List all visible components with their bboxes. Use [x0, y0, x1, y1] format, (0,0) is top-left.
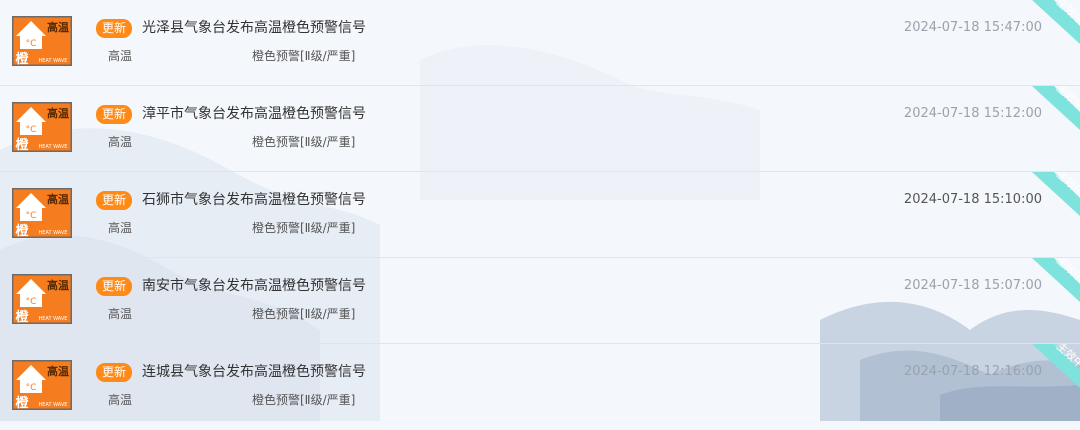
alert-category: 高温 [108, 135, 133, 149]
alert-title[interactable]: 南安市气象台发布高温橙色预警信号 [142, 275, 366, 295]
alert-title[interactable]: 石狮市气象台发布高温橙色预警信号 [142, 189, 366, 209]
alert-category: 高温 [108, 393, 133, 407]
update-badge: 更新 [96, 19, 133, 38]
alert-row[interactable]: °C 高温 橙 HEAT WAVE 更新 漳平市气象台发布高温橙色预警信号 高温… [0, 86, 1080, 172]
alert-level: 橙色预警[Ⅱ级/严重] [252, 49, 356, 63]
alert-row[interactable]: °C 高温 橙 HEAT WAVE 更新 光泽县气象台发布高温橙色预警信号 高温… [0, 0, 1080, 86]
svg-text:高温: 高温 [47, 278, 69, 292]
svg-text:°C: °C [26, 211, 37, 221]
active-status-ribbon: 生效中 [1032, 0, 1080, 44]
svg-text:HEAT WAVE: HEAT WAVE [39, 402, 68, 408]
alert-level: 橙色预警[Ⅱ级/严重] [252, 307, 356, 321]
svg-text:HEAT WAVE: HEAT WAVE [39, 144, 68, 150]
svg-text:高温: 高温 [47, 106, 69, 120]
svg-text:°C: °C [26, 297, 37, 307]
svg-text:高温: 高温 [47, 192, 69, 206]
svg-text:°C: °C [26, 39, 37, 49]
alert-level: 橙色预警[Ⅱ级/严重] [252, 135, 356, 149]
svg-text:°C: °C [26, 125, 37, 135]
svg-text:高温: 高温 [47, 364, 69, 378]
alert-level: 橙色预警[Ⅱ级/严重] [252, 393, 356, 407]
alert-title[interactable]: 连城县气象台发布高温橙色预警信号 [142, 361, 366, 381]
svg-text:HEAT WAVE: HEAT WAVE [39, 316, 68, 322]
update-badge: 更新 [96, 363, 133, 382]
svg-text:HEAT WAVE: HEAT WAVE [39, 58, 68, 64]
heat-wave-orange-warning-icon: °C 高温 橙 HEAT WAVE [12, 188, 72, 238]
alert-level: 橙色预警[Ⅱ级/严重] [252, 221, 356, 235]
active-status-ribbon: 生效中 [1032, 344, 1080, 388]
heat-wave-orange-warning-icon: °C 高温 橙 HEAT WAVE [12, 102, 72, 152]
svg-text:°C: °C [26, 383, 37, 393]
active-status-ribbon: 生效中 [1032, 258, 1080, 302]
svg-text:橙: 橙 [15, 137, 29, 152]
update-badge: 更新 [96, 191, 133, 210]
alert-list: °C 高温 橙 HEAT WAVE 更新 光泽县气象台发布高温橙色预警信号 高温… [0, 0, 1080, 421]
alert-category: 高温 [108, 49, 133, 63]
alert-title[interactable]: 漳平市气象台发布高温橙色预警信号 [142, 103, 366, 123]
svg-text:橙: 橙 [15, 223, 29, 238]
svg-text:橙: 橙 [15, 51, 29, 66]
alert-row[interactable]: °C 高温 橙 HEAT WAVE 更新 连城县气象台发布高温橙色预警信号 高温… [0, 344, 1080, 430]
heat-wave-orange-warning-icon: °C 高温 橙 HEAT WAVE [12, 274, 72, 324]
heat-wave-orange-warning-icon: °C 高温 橙 HEAT WAVE [12, 360, 72, 410]
svg-text:高温: 高温 [47, 20, 69, 34]
alert-title[interactable]: 光泽县气象台发布高温橙色预警信号 [142, 17, 366, 37]
alert-category: 高温 [108, 221, 133, 235]
update-badge: 更新 [96, 105, 133, 124]
svg-text:橙: 橙 [15, 309, 29, 324]
alert-row[interactable]: °C 高温 橙 HEAT WAVE 更新 南安市气象台发布高温橙色预警信号 高温… [0, 258, 1080, 344]
svg-text:HEAT WAVE: HEAT WAVE [39, 230, 68, 236]
svg-text:橙: 橙 [15, 395, 29, 410]
active-status-ribbon: 生效中 [1032, 172, 1080, 216]
heat-wave-orange-warning-icon: °C 高温 橙 HEAT WAVE [12, 16, 72, 66]
alert-category: 高温 [108, 307, 133, 321]
alert-row[interactable]: °C 高温 橙 HEAT WAVE 更新 石狮市气象台发布高温橙色预警信号 高温… [0, 172, 1080, 258]
update-badge: 更新 [96, 277, 133, 296]
active-status-ribbon: 生效中 [1032, 86, 1080, 130]
